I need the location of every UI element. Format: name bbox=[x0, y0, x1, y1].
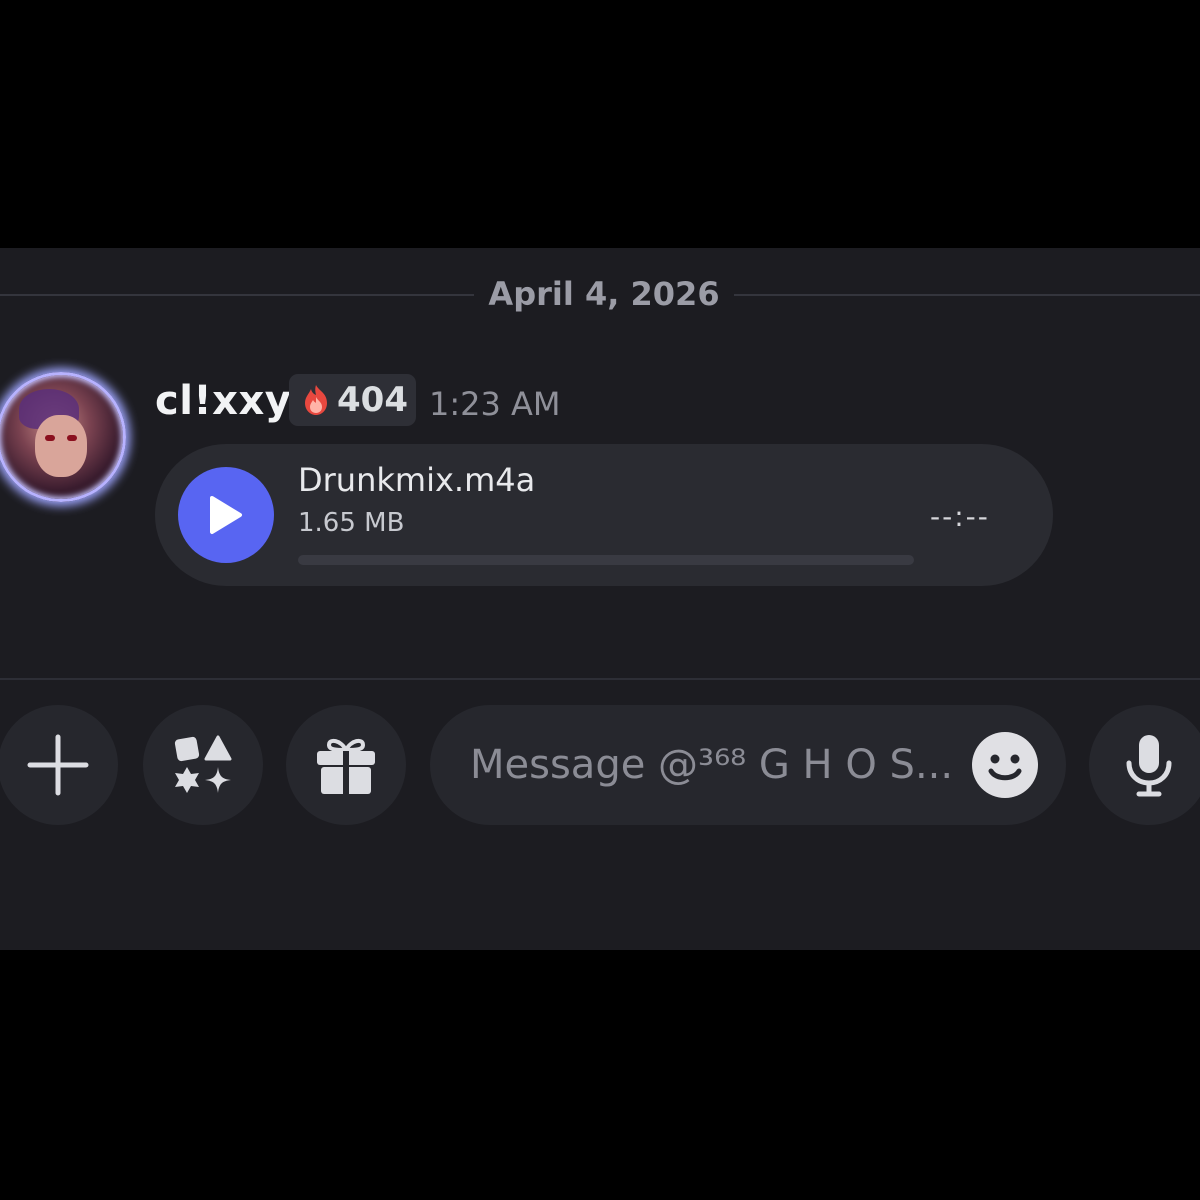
date-divider: April 4, 2026 bbox=[488, 275, 720, 313]
emoji-icon bbox=[988, 754, 1022, 781]
voice-message-button[interactable] bbox=[1089, 705, 1200, 825]
avatar-face bbox=[35, 415, 87, 477]
plus-icon bbox=[27, 734, 89, 796]
composer-divider bbox=[0, 678, 1200, 680]
avatar-decoration bbox=[0, 372, 126, 502]
flame-icon bbox=[305, 385, 327, 415]
avatar-eye-left bbox=[45, 435, 55, 441]
play-button[interactable] bbox=[178, 467, 274, 563]
audio-progress-bar[interactable] bbox=[298, 555, 914, 565]
chat-panel: April 4, 2026 cl!xxy 404 1:23 AM Drunkmi… bbox=[0, 248, 1200, 950]
date-divider-line-left bbox=[0, 294, 474, 296]
microphone-icon bbox=[1126, 735, 1172, 797]
audio-attachment: Drunkmix.m4a 1.65 MB --:-- bbox=[155, 444, 1053, 586]
username[interactable]: cl!xxy bbox=[155, 376, 291, 426]
add-attachment-button[interactable] bbox=[0, 705, 118, 825]
server-tag-label: 404 bbox=[337, 380, 408, 420]
avatar-eye-right bbox=[67, 435, 77, 441]
message-timestamp: 1:23 AM bbox=[429, 385, 561, 423]
message-input[interactable]: Message @³⁶⁸ G H O S... bbox=[430, 705, 1066, 825]
date-divider-line-right bbox=[734, 294, 1200, 296]
apps-icon bbox=[174, 735, 232, 793]
audio-file-name[interactable]: Drunkmix.m4a bbox=[298, 460, 535, 500]
gift-button[interactable] bbox=[286, 705, 406, 825]
server-tag-badge[interactable]: 404 bbox=[289, 374, 416, 426]
gift-icon bbox=[317, 738, 375, 794]
audio-file-size: 1.65 MB bbox=[298, 508, 405, 538]
emoji-button[interactable] bbox=[972, 732, 1038, 798]
avatar[interactable] bbox=[0, 372, 126, 502]
message-input-placeholder: Message @³⁶⁸ G H O S... bbox=[470, 742, 954, 788]
audio-duration: --:-- bbox=[930, 500, 990, 533]
apps-button[interactable] bbox=[143, 705, 263, 825]
play-icon bbox=[210, 496, 242, 534]
